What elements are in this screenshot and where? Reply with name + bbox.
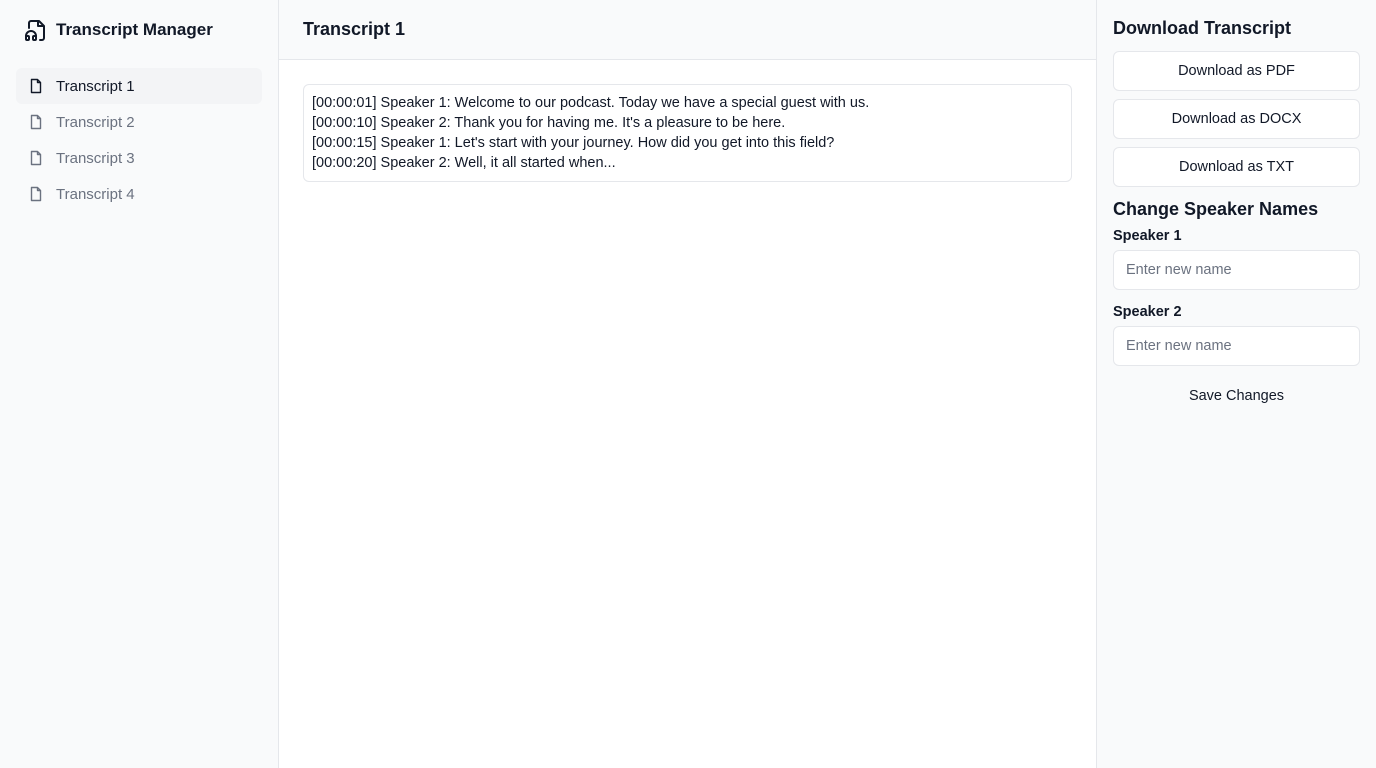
main-content: Transcript 1 [00:00:01] Speaker 1: Welco… — [279, 0, 1096, 768]
download-docx-button[interactable]: Download as DOCX — [1113, 99, 1360, 139]
download-txt-button[interactable]: Download as TXT — [1113, 147, 1360, 187]
sidebar-item-transcript-2[interactable]: Transcript 2 — [16, 104, 262, 140]
sidebar-item-label: Transcript 2 — [56, 113, 135, 131]
transcript-text[interactable]: [00:00:01] Speaker 1: Welcome to our pod… — [303, 84, 1072, 182]
main-header: Transcript 1 — [279, 0, 1096, 60]
sidebar-item-label: Transcript 1 — [56, 77, 135, 95]
headphones-file-icon — [24, 18, 46, 42]
sidebar-item-transcript-3[interactable]: Transcript 3 — [16, 140, 262, 176]
file-icon — [28, 186, 44, 202]
file-icon — [28, 78, 44, 94]
transcript-line: [00:00:10] Speaker 2: Thank you for havi… — [312, 115, 786, 131]
transcript-line: [00:00:15] Speaker 1: Let's start with y… — [312, 135, 835, 151]
right-panel: Download Transcript Download as PDF Down… — [1096, 0, 1376, 768]
brand: Transcript Manager — [0, 0, 278, 60]
page-title: Transcript 1 — [303, 19, 406, 39]
transcript-list: Transcript 1 Transcript 2 Transcript 3 T… — [0, 60, 278, 220]
speaker-names-title: Change Speaker Names — [1113, 199, 1319, 219]
sidebar-item-transcript-1[interactable]: Transcript 1 — [16, 68, 262, 104]
file-icon — [28, 150, 44, 166]
save-changes-button[interactable]: Save Changes — [1113, 380, 1360, 412]
transcript-line: [00:00:20] Speaker 2: Well, it all start… — [312, 155, 616, 171]
speaker-2-label: Speaker 2 — [1113, 304, 1182, 320]
sidebar-item-label: Transcript 4 — [56, 185, 135, 203]
speaker-1-label: Speaker 1 — [1113, 228, 1182, 244]
speaker-2-input[interactable] — [1113, 326, 1360, 366]
main-body: [00:00:01] Speaker 1: Welcome to our pod… — [279, 60, 1096, 206]
speaker-1-input[interactable] — [1113, 250, 1360, 290]
download-pdf-button[interactable]: Download as PDF — [1113, 51, 1360, 91]
sidebar: Transcript Manager Transcript 1 Transcri… — [0, 0, 279, 768]
sidebar-item-transcript-4[interactable]: Transcript 4 — [16, 176, 262, 212]
download-title: Download Transcript — [1113, 18, 1292, 38]
transcript-line: [00:00:01] Speaker 1: Welcome to our pod… — [312, 95, 870, 111]
app-title: Transcript Manager — [56, 20, 213, 39]
sidebar-item-label: Transcript 3 — [56, 149, 135, 167]
file-icon — [28, 114, 44, 130]
